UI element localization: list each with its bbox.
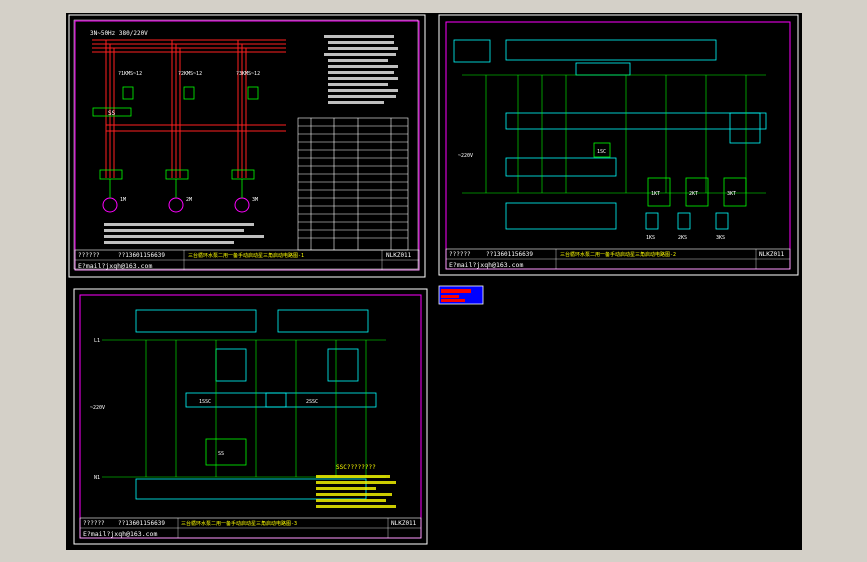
bottom-label-3: 3KS <box>716 235 725 241</box>
left-cell: ?????? <box>449 251 471 258</box>
voltage-label: ~220V <box>90 405 105 411</box>
phone: ??13601156639 <box>486 251 533 258</box>
block-label-3: SS <box>218 451 224 457</box>
motor-label-1: 1M <box>120 197 126 203</box>
bottom-label-2: 2KS <box>678 235 687 241</box>
email: E?mail?jxqh@163.com <box>449 261 523 269</box>
phone: ??13601156639 <box>118 252 165 259</box>
stamp-block[interactable] <box>438 285 484 305</box>
block-label-1: 1SSC <box>199 399 211 405</box>
bottom-label-1: 1KS <box>646 235 655 241</box>
sheet-title: 三台循环水泵二用一备手动启动星三角启动电路图-1 <box>188 252 304 259</box>
ss-label: SS <box>108 110 116 117</box>
title-block-1: ?????? ??13601156639 E?mail?jxqh@163.com… <box>74 249 420 271</box>
left-cell: ?????? <box>78 252 100 259</box>
kt-label-2: ?2KMS~12 <box>178 71 202 77</box>
motor-label-2: 2M <box>186 197 192 203</box>
relay-label-2: 2KT <box>689 191 698 197</box>
relay-label-3: 3KT <box>727 191 736 197</box>
drawing-no: NLKZ011 <box>391 520 417 527</box>
line-label-n1: N1 <box>94 475 100 481</box>
title-block-2: ?????? ??13601156639 E?mail?jxqh@163.com… <box>445 248 791 270</box>
email: E?mail?jxqh@163.com <box>78 262 152 270</box>
equipment-table <box>297 117 409 251</box>
supply-label: 3N~50Hz 380/220V <box>90 30 148 37</box>
relay-label-1: 1KT <box>651 191 660 197</box>
voltage-label: ~220V <box>458 153 473 159</box>
cad-model-space[interactable]: 3N~50Hz 380/220V SS ?1KMS~12 ?2KMS~12 ?3… <box>66 13 802 550</box>
drawing-no: NLKZ011 <box>759 251 785 258</box>
ssc-notes-lines <box>316 475 396 508</box>
sheet-title: 三台循环水泵二用一备手动启动星三角启动电路图-3 <box>181 520 297 527</box>
title-block-3: ?????? ??13601156639 E?mail?jxqh@163.com… <box>79 517 422 539</box>
sheet-3[interactable]: L1 N1 ~220V 1SSC 2SSC SS SSC???????? ???… <box>73 288 428 545</box>
ssc-note: SSC???????? <box>336 464 376 471</box>
sheet-title: 三台循环水泵二用一备手动启动星三角启动电路图-2 <box>560 251 676 258</box>
drawing-no: NLKZ011 <box>386 252 412 259</box>
phone: ??13601156639 <box>118 520 165 527</box>
motor-label-3: 3M <box>252 197 258 203</box>
kt-label-1: ?1KMS~12 <box>118 71 142 77</box>
bottom-notes <box>104 223 264 244</box>
drawing-canvas: 3N~50Hz 380/220V SS ?1KMS~12 ?2KMS~12 ?3… <box>68 14 799 545</box>
block-label-2: 2SSC <box>306 399 318 405</box>
kt-label-3: ?3KMS~12 <box>236 71 260 77</box>
email: E?mail?jxqh@163.com <box>83 530 157 538</box>
sheet-2[interactable]: ~220V 1SC 1KT 2KT 3KT 1KS 2KS 3KS ??????… <box>438 14 799 276</box>
notes-block <box>324 35 398 104</box>
left-cell: ?????? <box>83 520 105 527</box>
line-label-l1: L1 <box>94 338 100 344</box>
ctl-label: 1SC <box>597 149 606 155</box>
sheet-1[interactable]: 3N~50Hz 380/220V SS ?1KMS~12 ?2KMS~12 ?3… <box>68 14 426 278</box>
